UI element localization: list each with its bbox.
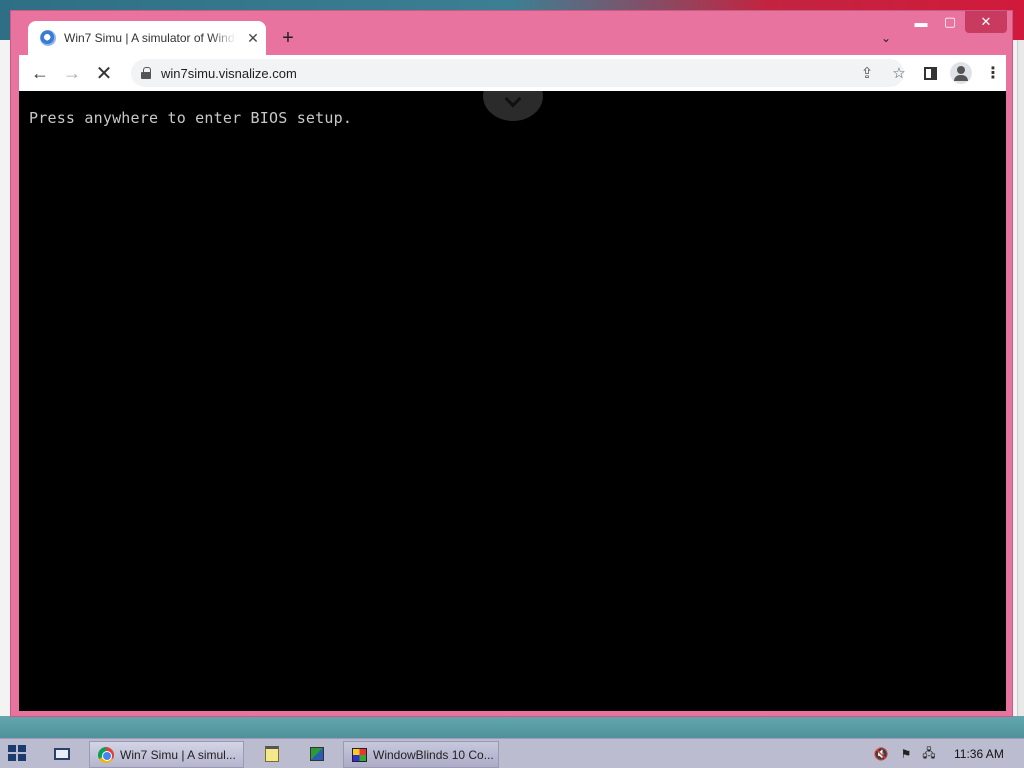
volume-muted-icon[interactable]: 🔇 (872, 746, 890, 762)
chevron-down-icon[interactable] (483, 91, 543, 121)
page-viewport[interactable]: Press anywhere to enter BIOS setup. (19, 91, 1006, 711)
taskbar-item-chrome[interactable]: Win7 Simu | A simul... (89, 741, 244, 768)
taskbar-item-label: WindowBlinds 10 Co... (373, 747, 494, 762)
notepad-icon[interactable] (260, 743, 284, 765)
new-tab-button[interactable]: + (277, 27, 299, 49)
taskbar-item-windowblinds[interactable]: WindowBlinds 10 Co... (343, 741, 499, 768)
chrome-icon (98, 746, 114, 763)
site-favicon-icon (40, 30, 56, 46)
url-text[interactable]: win7simu.visnalize.com (161, 66, 297, 81)
share-icon[interactable]: ⇪ (856, 63, 878, 83)
taskbar-item-label: Win7 Simu | A simul... (120, 747, 236, 762)
lock-icon[interactable] (141, 67, 151, 79)
browser-toolbar: ← → ✕ win7simu.visnalize.com ⇪ ☆ ⋮ (19, 55, 1006, 91)
stop-loading-button[interactable]: ✕ (91, 61, 117, 85)
bios-prompt-text[interactable]: Press anywhere to enter BIOS setup. (29, 109, 352, 127)
browser-window: Win7 Simu | A simulator of Windows 7 ✕ +… (10, 10, 1013, 717)
browser-menu-icon[interactable]: ⋮ (981, 61, 1005, 85)
tab-search-button[interactable]: ⌄ (875, 27, 897, 49)
action-center-flag-icon[interactable]: ⚑ (897, 746, 915, 762)
network-app-icon[interactable] (305, 743, 329, 765)
taskbar: Win7 Simu | A simul... WindowBlinds 10 C… (0, 738, 1024, 768)
forward-button[interactable]: → (59, 61, 85, 85)
minimize-button[interactable]: ▬ (908, 11, 934, 33)
background-window-scrollbar (1017, 40, 1024, 730)
taskbar-clock[interactable]: 11:36 AM (954, 747, 1004, 761)
tab-title: Win7 Simu | A simulator of Windows 7 (64, 31, 236, 45)
tab-close-icon[interactable]: ✕ (244, 29, 262, 47)
start-button[interactable] (8, 745, 28, 763)
maximize-button[interactable]: ▢ (937, 11, 963, 33)
browser-tab[interactable]: Win7 Simu | A simulator of Windows 7 ✕ (28, 21, 266, 55)
windowblinds-icon (352, 747, 367, 762)
desktop-wallpaper (0, 716, 1024, 738)
network-icon[interactable]: 🖧 (920, 746, 938, 762)
close-window-button[interactable]: ✕ (965, 11, 1007, 33)
back-button[interactable]: ← (27, 61, 53, 85)
side-panel-icon[interactable] (918, 61, 942, 85)
bookmark-star-icon[interactable]: ☆ (888, 63, 910, 83)
profile-avatar-icon[interactable] (949, 61, 973, 85)
address-bar[interactable]: win7simu.visnalize.com ⇪ ☆ (131, 59, 906, 87)
tab-strip: Win7 Simu | A simulator of Windows 7 ✕ +… (11, 11, 1012, 55)
task-view-icon[interactable] (50, 743, 74, 765)
